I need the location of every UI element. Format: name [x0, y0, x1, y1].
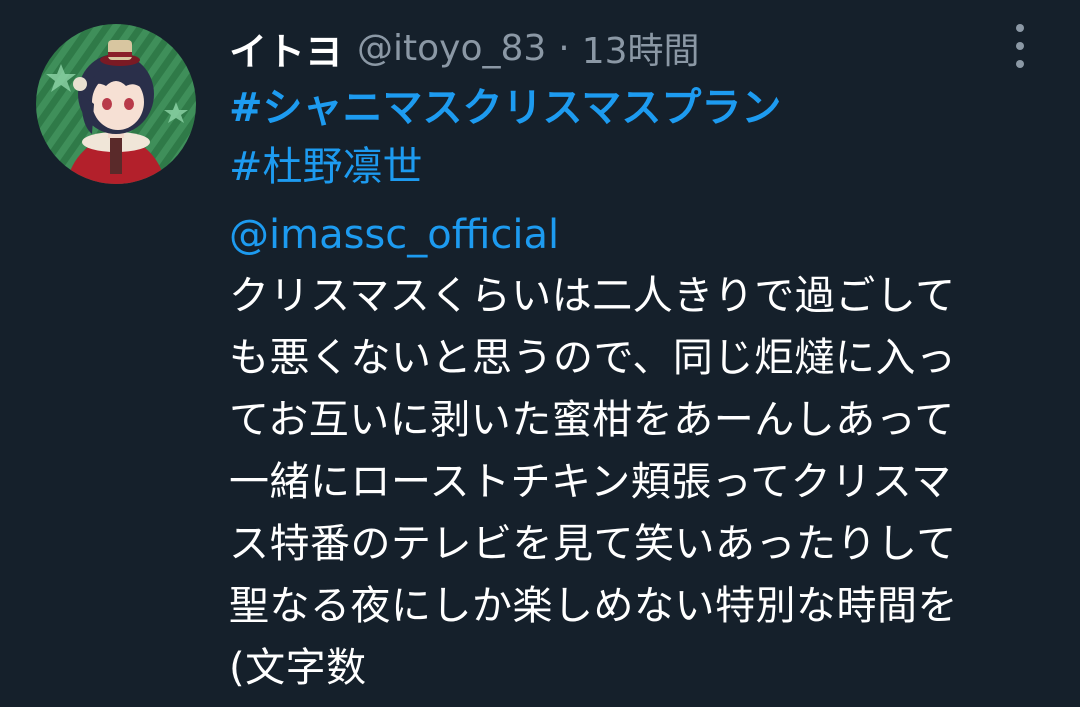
tweet-text-line: てお互いに剥いた蜜柑をあーんしあって [229, 396, 955, 443]
hashtag-link[interactable]: #シャニマスクリスマスプラン [229, 85, 781, 131]
display-name[interactable]: イトヨ [229, 21, 343, 76]
tweet-header: イトヨ @itoyo_83 · 13時間 [229, 22, 700, 74]
tweet-text-line: 聖なる夜にしか楽しめない特別な時間を [229, 582, 958, 629]
more-dot [1016, 60, 1024, 68]
tweet-text-line: クリスマスくらいは二人きりで過ごして [229, 272, 956, 319]
tweet-text-line: も悪くないと思うので、同じ炬燵に入っ [229, 334, 957, 381]
tweet-text-line: (文字数 [229, 644, 367, 691]
tweet-text-line: 一緒にローストチキン頬張ってクリスマ [229, 458, 952, 505]
avatar[interactable] [36, 24, 196, 184]
separator: · [558, 27, 570, 69]
mention-link[interactable]: @imassc_official [229, 212, 559, 258]
tweet-body: #シャニマスクリスマスプラン #杜野凛世 @imassc_official クリ… [229, 79, 1059, 699]
more-dot [1016, 42, 1024, 50]
avatar-image [36, 24, 196, 184]
user-handle[interactable]: @itoyo_83 [357, 28, 546, 69]
more-dot [1016, 24, 1024, 32]
hashtag-link[interactable]: #杜野凛世 [229, 144, 423, 190]
tweet[interactable]: イトヨ @itoyo_83 · 13時間 #シャニマスクリスマスプラン #杜野凛… [0, 0, 1080, 707]
tweet-text-line: ス特番のテレビを見て笑いあったりして [229, 520, 957, 567]
more-vertical-icon[interactable] [1008, 24, 1032, 68]
timestamp[interactable]: 13時間 [582, 22, 700, 74]
